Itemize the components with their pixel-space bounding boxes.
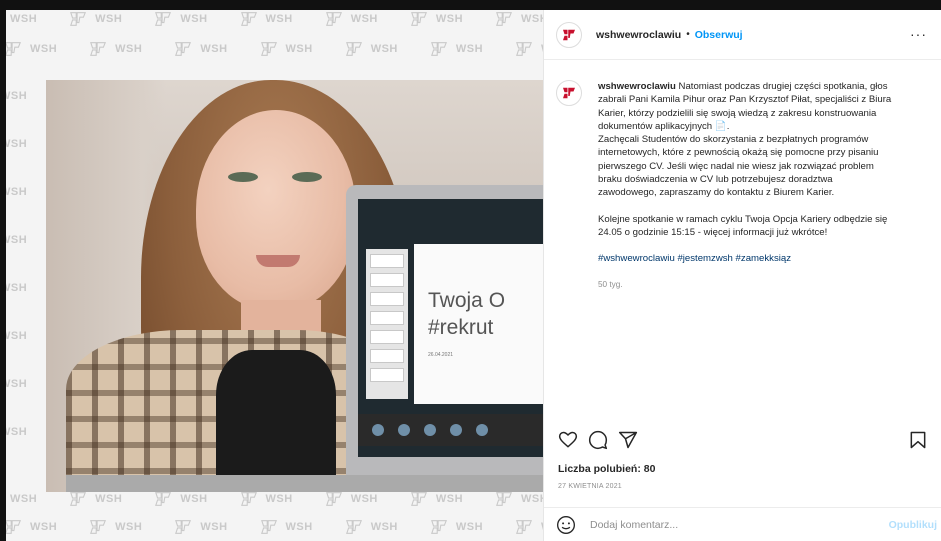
watermark-item: WSH: [6, 186, 28, 198]
watermark-item: WSH: [67, 10, 122, 28]
bookmark-icon[interactable]: [908, 430, 928, 450]
post-actions: [558, 430, 928, 452]
caption-line: Karier, którzy podzielili się swoją wied…: [598, 107, 877, 119]
slide-title-line2: #rekrut: [428, 316, 494, 339]
instagram-post-window: WSHWSHWSHWSHWSHWSHWSHWSHWSHWSHWSHWSHWSHW…: [0, 0, 941, 541]
post-header: wshwewroclawiu • Obserwuj ···: [544, 10, 941, 60]
caption-line: internetowych, które z pewnością okażą s…: [598, 147, 879, 159]
follow-button[interactable]: Obserwuj: [695, 29, 743, 41]
caption-line: Kolejne spotkanie w ramach cyklu Twoja O…: [598, 213, 888, 225]
comment-input[interactable]: Dodaj komentarz...: [590, 519, 889, 531]
caption-username[interactable]: wshwewroclawiu: [598, 81, 676, 92]
slide-thumbnails: [366, 249, 408, 399]
caption-comment: wshwewroclawiu Natomiast podczas drugiej…: [556, 80, 936, 291]
watermark-row: WSH WSH WSH WSH WSH WSH WSH: [6, 40, 543, 58]
caption-text: wshwewroclawiu Natomiast podczas drugiej…: [598, 80, 936, 291]
watermark-item: WSH: [6, 282, 28, 294]
watermark-item: WSH: [428, 518, 483, 536]
meeting-toolbar: [358, 414, 543, 446]
post-media[interactable]: WSHWSHWSHWSHWSHWSHWSHWSHWSHWSHWSHWSHWSHW…: [6, 10, 543, 541]
watermark-item: WSH: [343, 40, 398, 58]
watermark-item: WSH: [513, 40, 543, 58]
watermark-item: WSH: [6, 234, 28, 246]
watermark-item: WSH: [87, 40, 142, 58]
add-comment-row: Dodaj komentarz... Opublikuj: [544, 507, 941, 541]
watermark-item: WSH: [323, 10, 378, 28]
watermark-item: WSH: [87, 518, 142, 536]
watermark-item: WSH: [493, 10, 543, 28]
watermark-item: WSH: [238, 490, 293, 508]
watermark-item: WSH: [67, 490, 122, 508]
caption-line: dokumentów aplikacyjnych 📄.: [598, 120, 730, 132]
watermark-item: WSH: [408, 490, 463, 508]
laptop: Twoja O #rekrut 26.04.2021: [346, 185, 543, 475]
watermark-row: WSH WSH WSH WSH WSH WSH WSH: [6, 10, 543, 28]
watermark-item: WSH: [323, 490, 378, 508]
watermark-item: WSH: [493, 490, 543, 508]
watermark-item: WSH: [6, 40, 57, 58]
presentation-slide: Twoja O #rekrut 26.04.2021: [414, 244, 543, 404]
watermark-row: WSH WSH WSH WSH WSH WSH WSH: [6, 490, 543, 508]
watermark-item: WSH: [6, 10, 37, 28]
more-options-icon[interactable]: ···: [910, 26, 927, 42]
publish-button[interactable]: Opublikuj: [889, 519, 937, 531]
avatar[interactable]: [556, 80, 582, 106]
hashtags[interactable]: #wshwewroclawiu #jestemzwsh #zamekksiąz: [598, 252, 936, 265]
avatar[interactable]: [556, 21, 582, 48]
watermark-item: WSH: [172, 518, 227, 536]
caption-line: pierwszego CV. Jeśli więc nadal nie wies…: [598, 160, 874, 172]
watermark-item: WSH: [258, 40, 313, 58]
caption-line: 24.05 o godzinie 15:15 - więcej informac…: [598, 226, 828, 238]
watermark-item: WSH: [6, 518, 57, 536]
separator-dot: •: [686, 29, 690, 40]
post-photo: Twoja O #rekrut 26.04.2021: [46, 80, 543, 492]
share-icon[interactable]: [618, 430, 638, 450]
caption-line: Natomiast podczas drugiej części spotkan…: [678, 81, 888, 92]
heart-icon[interactable]: [558, 430, 578, 450]
watermark-item: WSH: [152, 490, 207, 508]
watermark-item: WSH: [513, 518, 543, 536]
watermark-item: WSH: [258, 518, 313, 536]
laptop-screen: Twoja O #rekrut 26.04.2021: [358, 199, 543, 457]
watermark-item: WSH: [6, 138, 28, 150]
post-date: 27 KWIETNIA 2021: [558, 483, 622, 490]
wsh-logo-icon: [563, 29, 575, 40]
watermark-row: WSH WSH WSH WSH WSH WSH WSH: [6, 518, 543, 536]
comment-icon[interactable]: [588, 430, 608, 450]
slide-date: 26.04.2021: [428, 352, 454, 358]
watermark-item: WSH: [428, 40, 483, 58]
header-username[interactable]: wshwewroclawiu: [596, 29, 681, 41]
watermark-item: WSH: [6, 426, 28, 438]
post-time-ago[interactable]: 50 tyg.: [598, 278, 936, 291]
watermark-item: WSH: [408, 10, 463, 28]
caption-line: braku doświadczenia w CV lub potrzebujes…: [598, 174, 833, 186]
caption-line: zabrali Pani Kamila Pihur oraz Pan Krzys…: [598, 94, 892, 106]
slide-title-line1: Twoja O: [428, 289, 506, 312]
watermark-item: WSH: [6, 378, 28, 390]
wsh-logo-icon: [563, 87, 575, 99]
watermark-item: WSH: [343, 518, 398, 536]
post-sidebar: wshwewroclawiu • Obserwuj ··· wshwewrocl…: [543, 10, 941, 541]
emoji-icon[interactable]: [556, 515, 576, 535]
likes-count[interactable]: Liczba polubień: 80: [558, 463, 655, 475]
watermark-item: WSH: [6, 90, 28, 102]
watermark-item: WSH: [6, 330, 28, 342]
watermark-item: WSH: [238, 10, 293, 28]
watermark-item: WSH: [152, 10, 207, 28]
watermark-item: WSH: [172, 40, 227, 58]
caption-line: zawodowego, zapraszamy do kontaktu z Biu…: [598, 187, 835, 199]
person-face: [196, 110, 356, 310]
caption-line: Zachęcali Studentów do skorzystania z be…: [598, 134, 869, 146]
watermark-item: WSH: [6, 490, 37, 508]
